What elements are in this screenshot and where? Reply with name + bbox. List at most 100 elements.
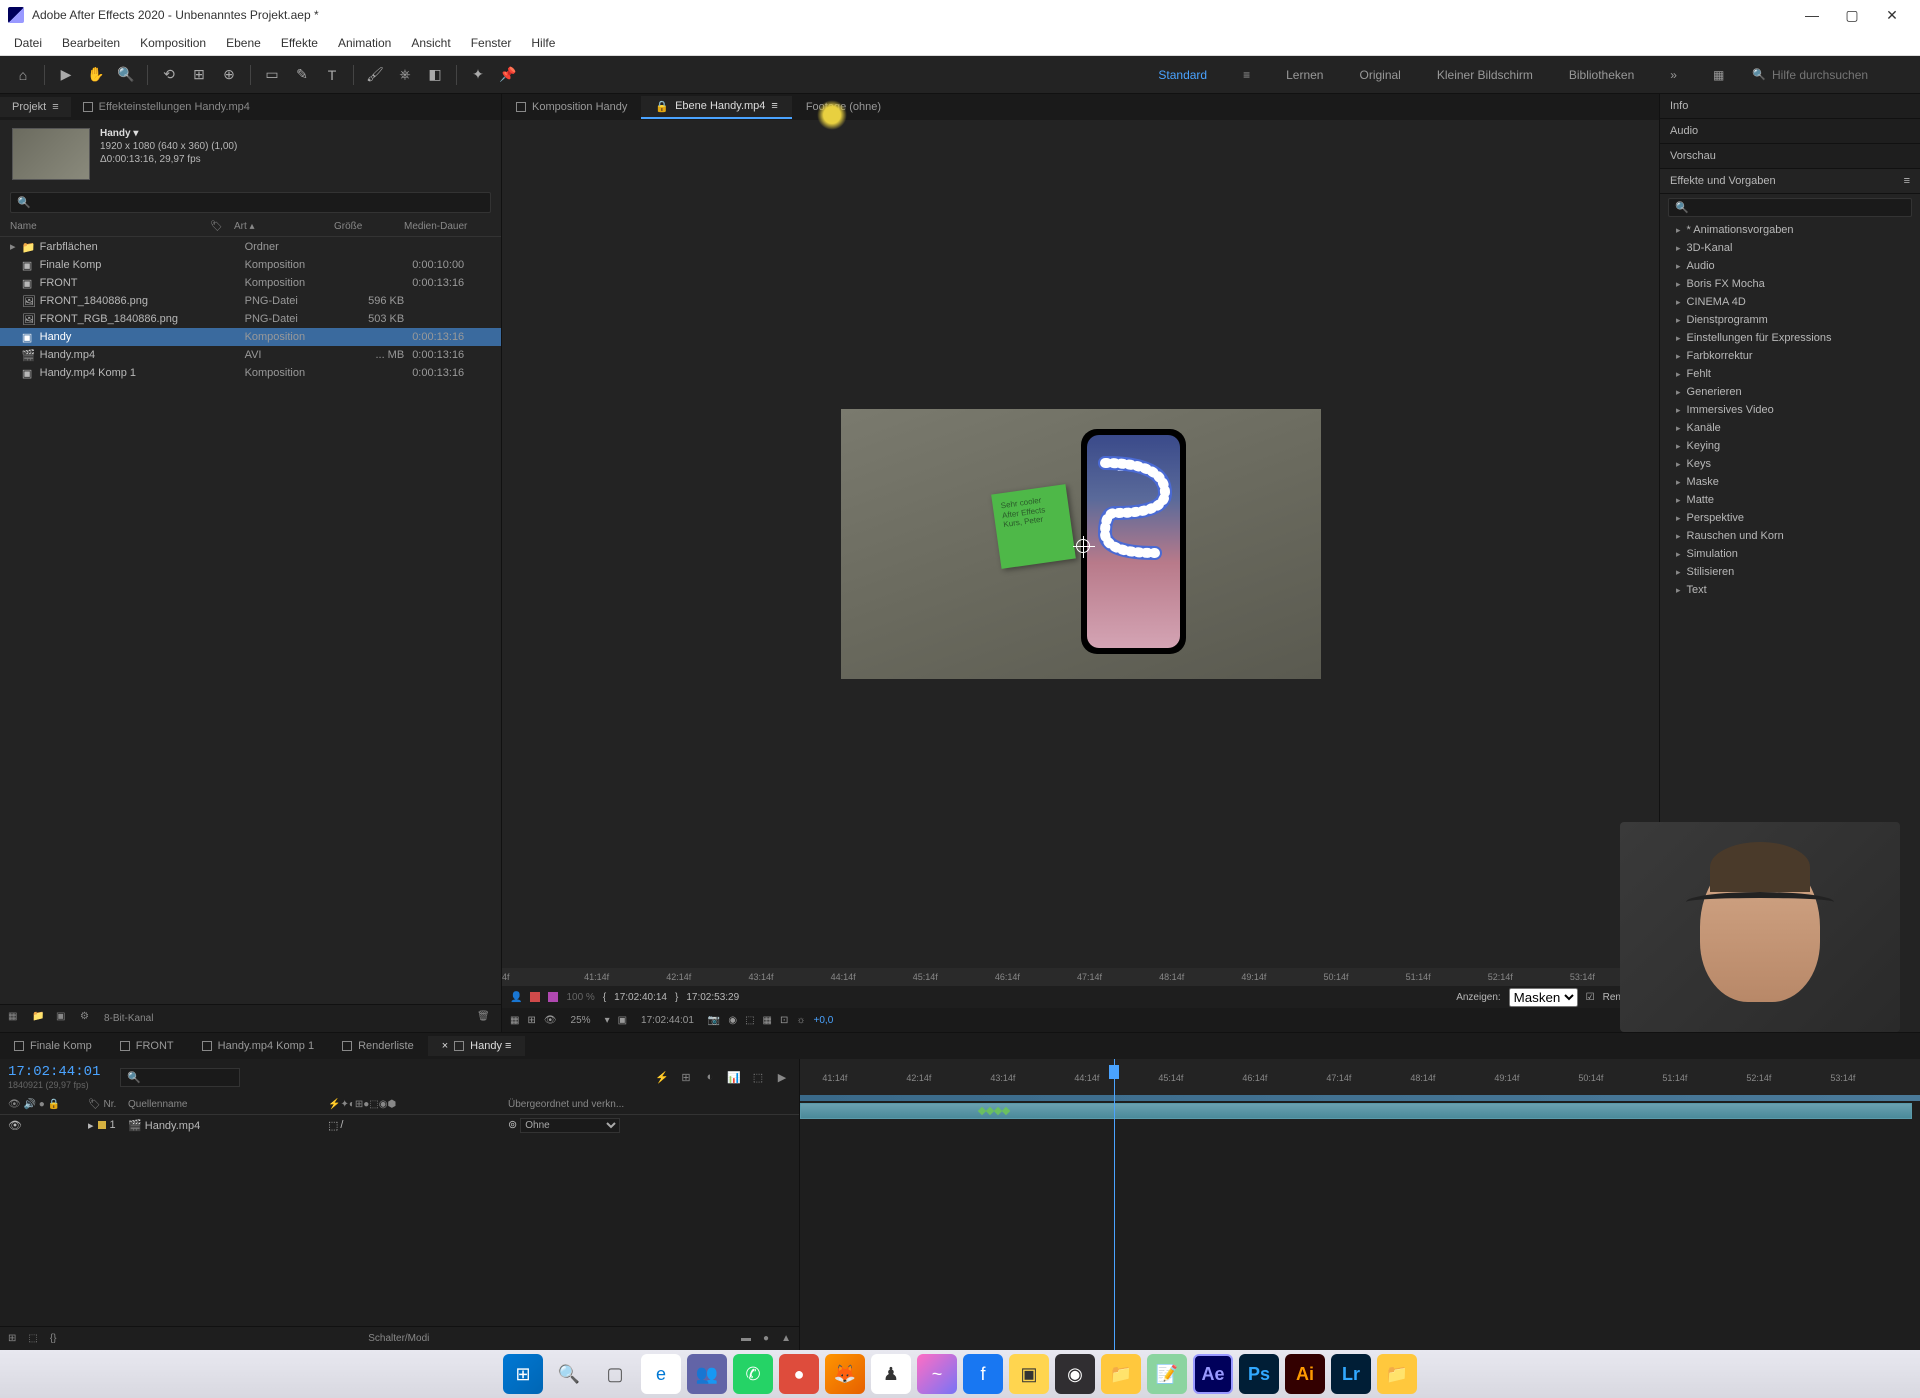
timeline-time[interactable]: 17:02:44:01: [8, 1064, 100, 1080]
effect-category[interactable]: ▸Simulation: [1660, 545, 1920, 563]
brackets-icon[interactable]: {}: [50, 1333, 57, 1344]
comp-icon[interactable]: ▣: [56, 1011, 72, 1027]
interpret-icon[interactable]: ▦: [8, 1011, 24, 1027]
project-row[interactable]: ▣HandyKomposition0:00:13:16: [0, 328, 501, 346]
timeline-tab[interactable]: Finale Komp: [0, 1036, 106, 1056]
project-row[interactable]: ▸📁FarbflächenOrdner: [0, 237, 501, 256]
effect-category[interactable]: ▸Text: [1660, 581, 1920, 599]
menu-datei[interactable]: Datei: [4, 32, 52, 54]
taskbar-obs[interactable]: ◉: [1055, 1354, 1095, 1394]
taskbar-red-app[interactable]: ●: [779, 1354, 819, 1394]
ws-kleiner[interactable]: Kleiner Bildschirm: [1429, 64, 1541, 86]
timeline-layers[interactable]: 👁▸ 1🎬 Handy.mp4⬚/⊚ Ohne: [0, 1115, 799, 1326]
preview-panel-tab[interactable]: Vorschau: [1660, 144, 1920, 169]
taskbar-folder[interactable]: 📁: [1377, 1354, 1417, 1394]
zoom-level[interactable]: 25%: [565, 1013, 597, 1028]
shy-icon[interactable]: ⚡: [653, 1068, 671, 1086]
effect-category[interactable]: ▸Keys: [1660, 455, 1920, 473]
viewer-time-ruler[interactable]: 4f41:14f42:14f43:14f44:14f45:14f46:14f47…: [502, 968, 1659, 986]
mask-icon[interactable]: 👁: [544, 1015, 557, 1026]
taskbar-taskview[interactable]: ▢: [595, 1354, 635, 1394]
taskbar-whatsapp[interactable]: ✆: [733, 1354, 773, 1394]
layer-viewer-tab[interactable]: 🔒Ebene Handy.mp4≡: [641, 96, 791, 119]
trash-icon[interactable]: 🗑: [477, 1011, 493, 1027]
effect-category[interactable]: ▸3D-Kanal: [1660, 239, 1920, 257]
frameblend-icon[interactable]: ⊞: [677, 1068, 695, 1086]
timeline-tab[interactable]: FRONT: [106, 1036, 188, 1056]
motionblur-icon[interactable]: ◐: [701, 1068, 719, 1086]
project-tab[interactable]: Projekt ≡: [0, 97, 71, 117]
clone-tool-icon[interactable]: ⎈: [392, 62, 418, 88]
exposure-icon[interactable]: ☼: [796, 1015, 805, 1026]
graph-icon[interactable]: 📊: [725, 1068, 743, 1086]
effect-category[interactable]: ▸Rauschen und Korn: [1660, 527, 1920, 545]
rect-tool-icon[interactable]: ▭: [259, 62, 285, 88]
layer-row[interactable]: 👁▸ 1🎬 Handy.mp4⬚/⊚ Ohne: [0, 1115, 799, 1135]
effect-category[interactable]: ▸Einstellungen für Expressions: [1660, 329, 1920, 347]
effect-category[interactable]: ▸Maske: [1660, 473, 1920, 491]
menu-hilfe[interactable]: Hilfe: [521, 32, 565, 54]
effect-category[interactable]: ▸CINEMA 4D: [1660, 293, 1920, 311]
project-row[interactable]: 🖼FRONT_RGB_1840886.pngPNG-Datei503 KB: [0, 310, 501, 328]
project-row[interactable]: ▣Finale KompKomposition0:00:10:00: [0, 256, 501, 274]
taskbar-lightroom[interactable]: Lr: [1331, 1354, 1371, 1394]
frame-icon[interactable]: ⬚: [28, 1333, 37, 1344]
ws-lernen[interactable]: Lernen: [1278, 64, 1331, 86]
pen-tool-icon[interactable]: ✎: [289, 62, 315, 88]
project-row[interactable]: ▣FRONTKomposition0:00:13:16: [0, 274, 501, 292]
menu-ebene[interactable]: Ebene: [216, 32, 271, 54]
viewer-time[interactable]: 17:02:44:01: [635, 1013, 700, 1028]
project-row[interactable]: 🖼FRONT_1840886.pngPNG-Datei596 KB: [0, 292, 501, 310]
maximize-button[interactable]: ▢: [1832, 0, 1872, 30]
effects-panel-tab[interactable]: Effekte und Vorgaben≡: [1660, 169, 1920, 194]
effect-category[interactable]: ▸Perspektive: [1660, 509, 1920, 527]
project-row[interactable]: 🎬Handy.mp4AVI... MB0:00:13:16: [0, 346, 501, 364]
effect-category[interactable]: ▸Immersives Video: [1660, 401, 1920, 419]
show-select[interactable]: Masken: [1509, 988, 1578, 1007]
timeline-track-area[interactable]: 41:14f42:14f43:14f44:14f45:14f46:14f47:1…: [800, 1059, 1920, 1350]
taskbar-edge[interactable]: e: [641, 1354, 681, 1394]
help-search-input[interactable]: [1772, 68, 1912, 82]
project-search[interactable]: 🔍: [10, 192, 491, 213]
effect-category[interactable]: ▸Fehlt: [1660, 365, 1920, 383]
comp-viewer-tab[interactable]: Komposition Handy: [502, 97, 641, 117]
info-panel-tab[interactable]: Info: [1660, 94, 1920, 119]
taskbar-notepad[interactable]: 📝: [1147, 1354, 1187, 1394]
effect-category[interactable]: ▸Boris FX Mocha: [1660, 275, 1920, 293]
settings-icon[interactable]: ⚙: [80, 1011, 96, 1027]
menu-effekte[interactable]: Effekte: [271, 32, 328, 54]
transparency-icon[interactable]: ⊡: [780, 1015, 788, 1026]
effect-category[interactable]: ▸Stilisieren: [1660, 563, 1920, 581]
effects-search[interactable]: 🔍: [1668, 198, 1912, 217]
effect-category[interactable]: ▸Farbkorrektur: [1660, 347, 1920, 365]
project-row[interactable]: ▣Handy.mp4 Komp 1Komposition0:00:13:16: [0, 364, 501, 382]
folder-icon[interactable]: 📁: [32, 1011, 48, 1027]
timeline-tab[interactable]: Handy.mp4 Komp 1: [188, 1036, 328, 1056]
camera-tool-icon[interactable]: ⊞: [186, 62, 212, 88]
ws-layout-icon[interactable]: ▦: [1705, 64, 1732, 86]
type-tool-icon[interactable]: T: [319, 62, 345, 88]
toggle-icon[interactable]: ⊞: [8, 1333, 16, 1344]
menu-fenster[interactable]: Fenster: [461, 32, 522, 54]
taskbar-explorer[interactable]: 📁: [1101, 1354, 1141, 1394]
effect-category[interactable]: ▸* Animationsvorgaben: [1660, 221, 1920, 239]
help-search[interactable]: 🔍: [1752, 68, 1912, 82]
alpha-icon[interactable]: ⬚: [745, 1015, 754, 1026]
person-icon[interactable]: 👤: [510, 992, 522, 1003]
effect-category[interactable]: ▸Matte: [1660, 491, 1920, 509]
effect-category[interactable]: ▸Generieren: [1660, 383, 1920, 401]
taskbar-photoshop[interactable]: Ps: [1239, 1354, 1279, 1394]
snapshot-icon[interactable]: 📷: [708, 1015, 720, 1026]
zoom-in-icon[interactable]: ▲: [781, 1333, 791, 1344]
puppet-tool-icon[interactable]: 📌: [495, 62, 521, 88]
region-icon[interactable]: ▦: [763, 1015, 772, 1026]
rotation-tool-icon[interactable]: ⟲: [156, 62, 182, 88]
taskbar-search[interactable]: 🔍: [549, 1354, 589, 1394]
timeline-search[interactable]: 🔍: [120, 1068, 240, 1087]
taskbar-facebook[interactable]: f: [963, 1354, 1003, 1394]
viewer-content[interactable]: Sehr cooler After Effects Kurs, Peter 17…: [502, 120, 1659, 968]
ws-overflow-icon[interactable]: »: [1662, 64, 1685, 86]
taskbar-firefox[interactable]: 🦊: [825, 1354, 865, 1394]
effect-category[interactable]: ▸Keying: [1660, 437, 1920, 455]
zoom-out-icon[interactable]: ▬: [741, 1333, 751, 1344]
